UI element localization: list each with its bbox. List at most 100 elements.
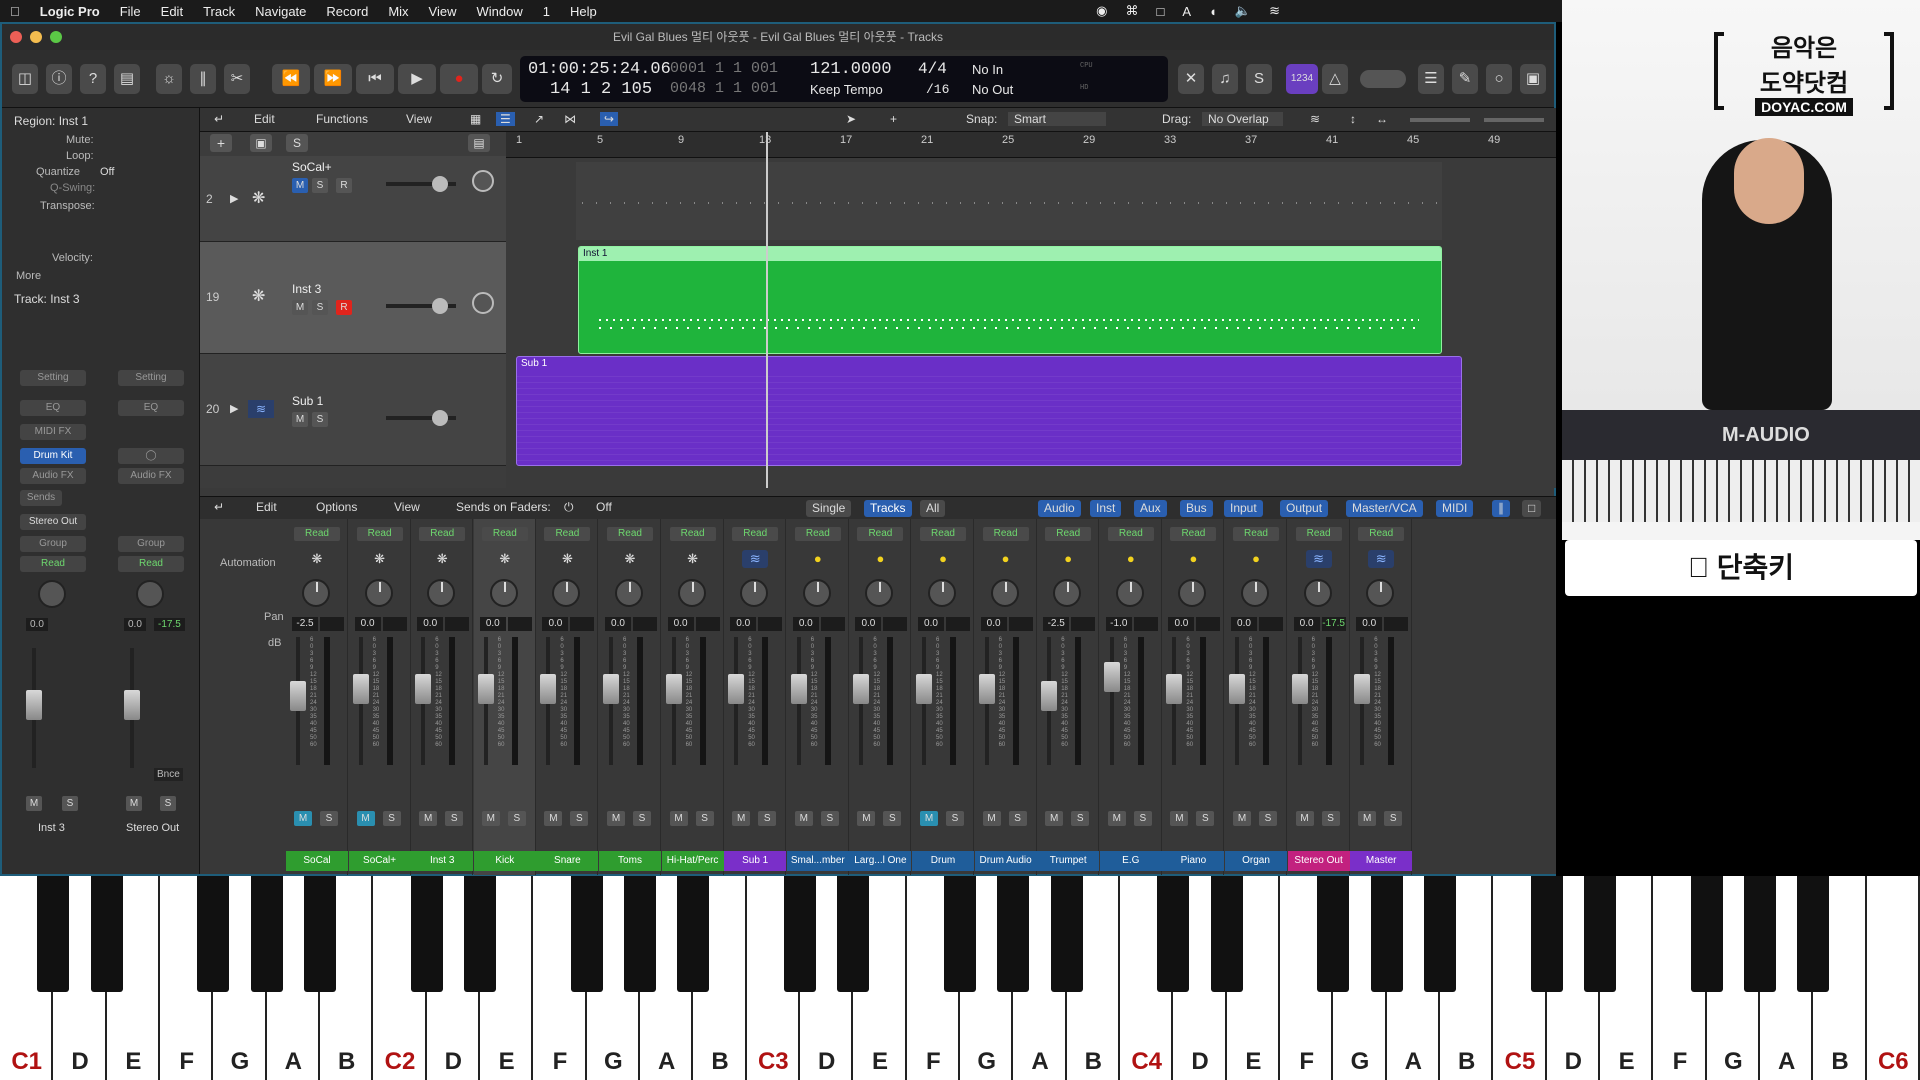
horizontal-zoom-slider[interactable] — [1484, 118, 1544, 122]
pan-knob[interactable] — [302, 579, 330, 607]
fader-1[interactable] — [26, 690, 42, 720]
pan-knob-2[interactable] — [136, 580, 164, 608]
black-key[interactable] — [197, 876, 230, 992]
setting-button-1[interactable]: Setting — [20, 370, 86, 386]
channel-name[interactable]: Sub 1 — [724, 851, 787, 871]
waveform-icon[interactable]: ≋ — [1305, 550, 1332, 568]
track-record-button[interactable]: R — [336, 178, 352, 193]
list-view-icon[interactable]: ☰ — [496, 112, 515, 126]
knob-icon[interactable]: ● — [1118, 550, 1144, 568]
pan-knob[interactable] — [740, 579, 769, 607]
setting-button-2[interactable]: Setting — [118, 370, 184, 386]
mute-button[interactable]: M — [1358, 811, 1377, 826]
group-button-1[interactable]: Group — [20, 536, 86, 552]
channel-name[interactable]: Drum — [912, 851, 974, 871]
drum-kit-icon[interactable]: ❋ — [680, 550, 706, 568]
horizontal-fit-icon[interactable]: ↔ — [1376, 112, 1388, 126]
solo-button[interactable]: S — [382, 811, 401, 826]
black-key[interactable] — [944, 876, 976, 992]
minimize-icon[interactable] — [30, 31, 42, 43]
filter-audio[interactable]: Audio — [1038, 500, 1081, 517]
pointer-tool-icon[interactable]: ➤ — [846, 112, 856, 126]
output-stereo-out[interactable]: Stereo Out — [20, 514, 86, 530]
channel-name[interactable]: Larg...l One — [849, 851, 912, 871]
mixer-edit-menu[interactable]: Edit — [256, 500, 277, 514]
automation-mode[interactable]: Read — [982, 527, 1029, 541]
toolbar-icon[interactable]: ▤ — [114, 64, 140, 94]
filter-midi[interactable]: MIDI — [1436, 500, 1474, 517]
library-icon[interactable]: ◫ — [12, 64, 38, 94]
audio-fx-button-2[interactable]: Audio FX — [118, 468, 184, 484]
knob-icon[interactable]: ● — [930, 550, 956, 568]
volume-fader[interactable] — [1354, 674, 1371, 705]
sends-on-faders-select[interactable]: Off — [596, 500, 682, 514]
black-key[interactable] — [784, 876, 816, 992]
automation-mode[interactable]: Read — [1233, 527, 1279, 541]
mute-button[interactable]: M — [857, 811, 876, 826]
black-key[interactable] — [1424, 876, 1456, 992]
black-key[interactable] — [1530, 876, 1563, 992]
solo-button[interactable]: S — [1259, 811, 1277, 826]
more-toggle[interactable]: More — [16, 270, 41, 282]
replace-icon[interactable]: ✕ — [1178, 64, 1204, 94]
volume-fader[interactable] — [290, 681, 306, 712]
solo-button[interactable]: S — [1196, 811, 1215, 826]
mixer-back-icon[interactable]: ↵ — [214, 500, 224, 514]
solo-button[interactable]: S — [1384, 811, 1403, 826]
menu-navigate[interactable]: Navigate — [245, 4, 316, 19]
mute-button[interactable]: M — [419, 811, 438, 826]
channel-name[interactable]: SoCal — [286, 851, 348, 871]
black-key[interactable] — [90, 876, 123, 992]
volume-fader[interactable] — [1103, 662, 1120, 693]
menu-track[interactable]: Track — [193, 4, 245, 19]
automation-mode[interactable]: Read — [419, 527, 466, 541]
volume-handle[interactable] — [432, 410, 448, 426]
count-in-icon[interactable]: 1234 — [1286, 64, 1318, 94]
pan-knob[interactable] — [472, 170, 494, 192]
arrange-area[interactable]: 15913172125293337414549 Inst 1 Sub 1 — [506, 132, 1556, 488]
menu-window[interactable]: Window — [467, 4, 533, 19]
disclosure-icon[interactable]: ▶ — [230, 192, 238, 205]
volume-fader[interactable] — [1166, 674, 1183, 705]
black-key[interactable] — [570, 876, 603, 992]
close-icon[interactable] — [10, 31, 22, 43]
filter-output[interactable]: Output — [1280, 500, 1329, 517]
black-key[interactable] — [1744, 876, 1776, 992]
back-icon[interactable]: ↵ — [214, 112, 224, 126]
pan-knob[interactable] — [990, 579, 1019, 607]
automation-mode[interactable]: Read — [857, 527, 904, 541]
lcd-display[interactable]: 01:00:25:24.06 0001 1 1 001 121.0000 4/4… — [520, 56, 1168, 102]
mute-button-insp-2[interactable]: M — [126, 796, 142, 811]
waveform-zoom-icon[interactable]: ≋ — [1310, 112, 1320, 126]
mute-button[interactable]: M — [794, 811, 813, 826]
pan-knob[interactable] — [928, 579, 956, 607]
fader-2[interactable] — [124, 690, 140, 720]
pan-knob[interactable] — [552, 579, 581, 607]
pan-knob[interactable] — [1366, 579, 1395, 607]
black-key[interactable] — [250, 876, 283, 992]
track-solo-button[interactable]: S — [312, 412, 328, 427]
pan-knob[interactable] — [1115, 579, 1144, 607]
channel-name[interactable]: Hi-Hat/Perc — [661, 851, 724, 871]
track-name[interactable]: Inst 3 — [292, 282, 321, 296]
track-mute-button[interactable]: M — [292, 412, 308, 427]
audio-fx-button-1[interactable]: Audio FX — [20, 468, 86, 484]
mixer-view-menu[interactable]: View — [394, 500, 420, 514]
knob-icon[interactable]: ● — [993, 550, 1019, 568]
drum-kit-icon[interactable]: ❋ — [367, 550, 393, 568]
snap-select[interactable]: Smart — [1008, 112, 1107, 126]
channel-name[interactable]: Drum Audio — [974, 851, 1037, 871]
channel-name[interactable]: Stereo Out — [1287, 851, 1350, 871]
grid-view-icon[interactable]: ▦ — [470, 112, 481, 126]
vertical-fit-icon[interactable]: ↕ — [1350, 112, 1356, 126]
menu-file[interactable]: File — [110, 4, 151, 19]
midi-fx-button[interactable]: MIDI FX — [20, 424, 86, 440]
tuning-icon[interactable]: ♫ — [1212, 64, 1238, 94]
mute-button[interactable]: M — [1107, 811, 1126, 826]
white-key[interactable]: C6 — [1866, 876, 1920, 1080]
knob-icon[interactable]: ● — [1243, 550, 1269, 568]
eq-button-2[interactable]: EQ — [118, 400, 184, 416]
automation-mode[interactable]: Read — [1295, 527, 1342, 541]
menu-view[interactable]: View — [419, 4, 467, 19]
all-view-button[interactable]: All — [920, 500, 946, 517]
